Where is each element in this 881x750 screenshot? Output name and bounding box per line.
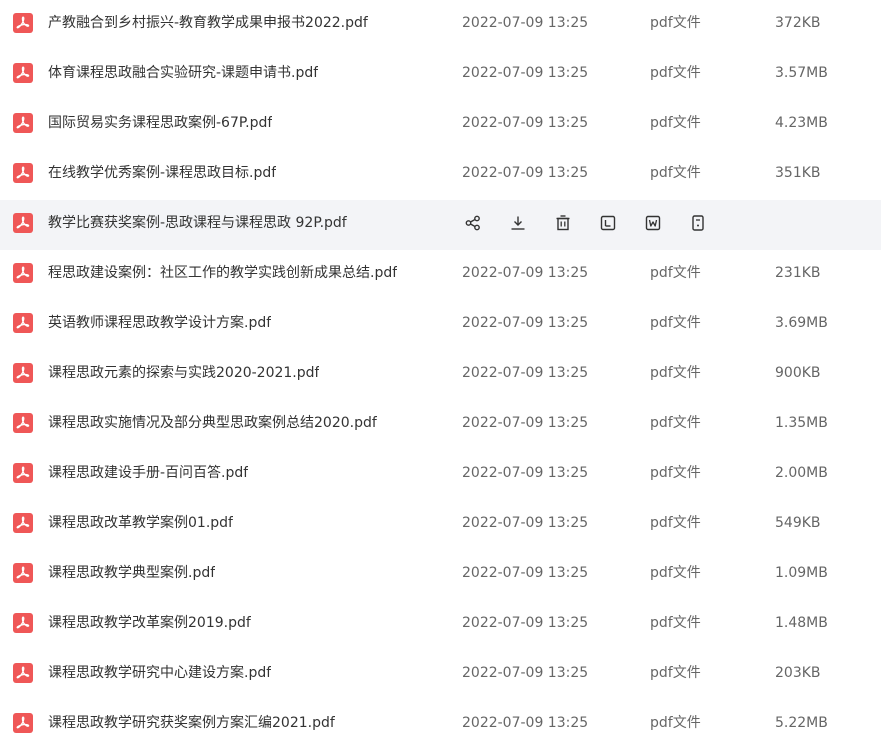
file-type: pdf文件 <box>650 165 701 181</box>
file-row-8[interactable]: 课程思政元素的探索与实践2020-2021.pdf 2022-07-09 13:… <box>0 350 881 400</box>
pdf-file-icon <box>13 313 33 333</box>
file-name[interactable]: 程思政建设案例：社区工作的教学实践创新成果总结.pdf <box>48 264 397 282</box>
file-modified-date: 2022-07-09 13:25 <box>462 615 589 631</box>
file-name[interactable]: 课程思政教学典型案例.pdf <box>48 564 215 582</box>
file-type: pdf文件 <box>650 265 701 281</box>
file-size: 549KB <box>775 515 821 531</box>
file-row-14[interactable]: 课程思政教学研究中心建设方案.pdf 2022-07-09 13:25 pdf文… <box>0 650 881 700</box>
file-type: pdf文件 <box>650 65 701 81</box>
pdf-file-icon <box>13 463 33 483</box>
download-icon[interactable] <box>507 213 529 233</box>
file-size: 231KB <box>775 265 821 281</box>
file-size: 1.35MB <box>775 415 828 431</box>
pdf-file-icon <box>13 263 33 283</box>
pdf-file-icon <box>13 413 33 433</box>
file-type: pdf文件 <box>650 315 701 331</box>
file-size: 900KB <box>775 365 821 381</box>
file-type: pdf文件 <box>650 15 701 31</box>
file-name[interactable]: 课程思政元素的探索与实践2020-2021.pdf <box>48 364 319 382</box>
file-name[interactable]: 课程思政教学研究获奖案例方案汇编2021.pdf <box>48 714 335 732</box>
file-modified-date: 2022-07-09 13:25 <box>462 465 589 481</box>
pdf-file-icon <box>13 663 33 683</box>
file-row-6[interactable]: 程思政建设案例：社区工作的教学实践创新成果总结.pdf 2022-07-09 1… <box>0 250 881 300</box>
file-type: pdf文件 <box>650 365 701 381</box>
file-row-1[interactable]: 产教融合到乡村振兴-教育教学成果申报书2022.pdf 2022-07-09 1… <box>0 0 881 50</box>
row-actions <box>462 213 732 233</box>
file-size: 372KB <box>775 15 821 31</box>
file-size: 2.00MB <box>775 465 828 481</box>
file-type: pdf文件 <box>650 715 701 731</box>
file-name[interactable]: 体育课程思政融合实验研究-课题申请书.pdf <box>48 64 318 82</box>
file-row-12[interactable]: 课程思政教学典型案例.pdf 2022-07-09 13:25 pdf文件 1.… <box>0 550 881 600</box>
file-list: 产教融合到乡村振兴-教育教学成果申报书2022.pdf 2022-07-09 1… <box>0 0 881 750</box>
file-modified-date: 2022-07-09 13:25 <box>462 565 589 581</box>
pdf-file-icon <box>13 613 33 633</box>
file-modified-date: 2022-07-09 13:25 <box>462 415 589 431</box>
pdf-file-icon <box>13 63 33 83</box>
file-size: 3.69MB <box>775 315 828 331</box>
file-type: pdf文件 <box>650 615 701 631</box>
file-size: 1.48MB <box>775 615 828 631</box>
file-size: 3.57MB <box>775 65 828 81</box>
file-modified-date: 2022-07-09 13:25 <box>462 165 589 181</box>
file-name[interactable]: 课程思政改革教学案例01.pdf <box>48 514 233 532</box>
text-extract-icon[interactable] <box>597 213 619 233</box>
file-name[interactable]: 课程思政教学改革案例2019.pdf <box>48 614 251 632</box>
pdf-file-icon <box>13 713 33 733</box>
file-name[interactable]: 课程思政建设手册-百问百答.pdf <box>48 464 248 482</box>
file-row-4[interactable]: 在线教学优秀案例-课程思政目标.pdf 2022-07-09 13:25 pdf… <box>0 150 881 200</box>
file-modified-date: 2022-07-09 13:25 <box>462 365 589 381</box>
file-name[interactable]: 教学比赛获奖案例-思政课程与课程思政 92P.pdf <box>48 214 347 232</box>
trash-icon[interactable] <box>552 213 574 233</box>
file-modified-date: 2022-07-09 13:25 <box>462 665 589 681</box>
file-modified-date: 2022-07-09 13:25 <box>462 315 589 331</box>
file-name[interactable]: 课程思政实施情况及部分典型思政案例总结2020.pdf <box>48 414 377 432</box>
pdf-file-icon <box>13 563 33 583</box>
file-modified-date: 2022-07-09 13:25 <box>462 115 589 131</box>
pdf-file-icon <box>13 363 33 383</box>
file-row-2[interactable]: 体育课程思政融合实验研究-课题申请书.pdf 2022-07-09 13:25 … <box>0 50 881 100</box>
file-row-5[interactable]: 教学比赛获奖案例-思政课程与课程思政 92P.pdf <box>0 200 881 250</box>
file-type: pdf文件 <box>650 115 701 131</box>
file-type: pdf文件 <box>650 565 701 581</box>
file-type: pdf文件 <box>650 515 701 531</box>
file-modified-date: 2022-07-09 13:25 <box>462 65 589 81</box>
file-row-15[interactable]: 课程思政教学研究获奖案例方案汇编2021.pdf 2022-07-09 13:2… <box>0 700 881 750</box>
file-type: pdf文件 <box>650 665 701 681</box>
file-row-7[interactable]: 英语教师课程思政教学设计方案.pdf 2022-07-09 13:25 pdf文… <box>0 300 881 350</box>
file-name[interactable]: 国际贸易实务课程思政案例-67P.pdf <box>48 114 272 132</box>
share-icon[interactable] <box>462 213 484 233</box>
file-size: 5.22MB <box>775 715 828 731</box>
pdf-file-icon <box>13 113 33 133</box>
file-name[interactable]: 在线教学优秀案例-课程思政目标.pdf <box>48 164 276 182</box>
file-size: 4.23MB <box>775 115 828 131</box>
file-row-10[interactable]: 课程思政建设手册-百问百答.pdf 2022-07-09 13:25 pdf文件… <box>0 450 881 500</box>
file-modified-date: 2022-07-09 13:25 <box>462 715 589 731</box>
file-row-3[interactable]: 国际贸易实务课程思政案例-67P.pdf 2022-07-09 13:25 pd… <box>0 100 881 150</box>
file-size: 203KB <box>775 665 821 681</box>
file-modified-date: 2022-07-09 13:25 <box>462 15 589 31</box>
pdf-file-icon <box>13 513 33 533</box>
file-row-9[interactable]: 课程思政实施情况及部分典型思政案例总结2020.pdf 2022-07-09 1… <box>0 400 881 450</box>
file-size: 1.09MB <box>775 565 828 581</box>
file-name[interactable]: 产教融合到乡村振兴-教育教学成果申报书2022.pdf <box>48 14 368 32</box>
word-convert-icon[interactable] <box>642 213 664 233</box>
file-row-11[interactable]: 课程思政改革教学案例01.pdf 2022-07-09 13:25 pdf文件 … <box>0 500 881 550</box>
pdf-file-icon <box>13 213 33 233</box>
file-row-13[interactable]: 课程思政教学改革案例2019.pdf 2022-07-09 13:25 pdf文… <box>0 600 881 650</box>
file-modified-date: 2022-07-09 13:25 <box>462 265 589 281</box>
file-name[interactable]: 英语教师课程思政教学设计方案.pdf <box>48 314 271 332</box>
file-type: pdf文件 <box>650 465 701 481</box>
file-type: pdf文件 <box>650 415 701 431</box>
pdf-file-icon <box>13 163 33 183</box>
file-size: 351KB <box>775 165 821 181</box>
file-modified-date: 2022-07-09 13:25 <box>462 515 589 531</box>
more-file-icon[interactable] <box>687 213 709 233</box>
file-name[interactable]: 课程思政教学研究中心建设方案.pdf <box>48 664 271 682</box>
pdf-file-icon <box>13 13 33 33</box>
